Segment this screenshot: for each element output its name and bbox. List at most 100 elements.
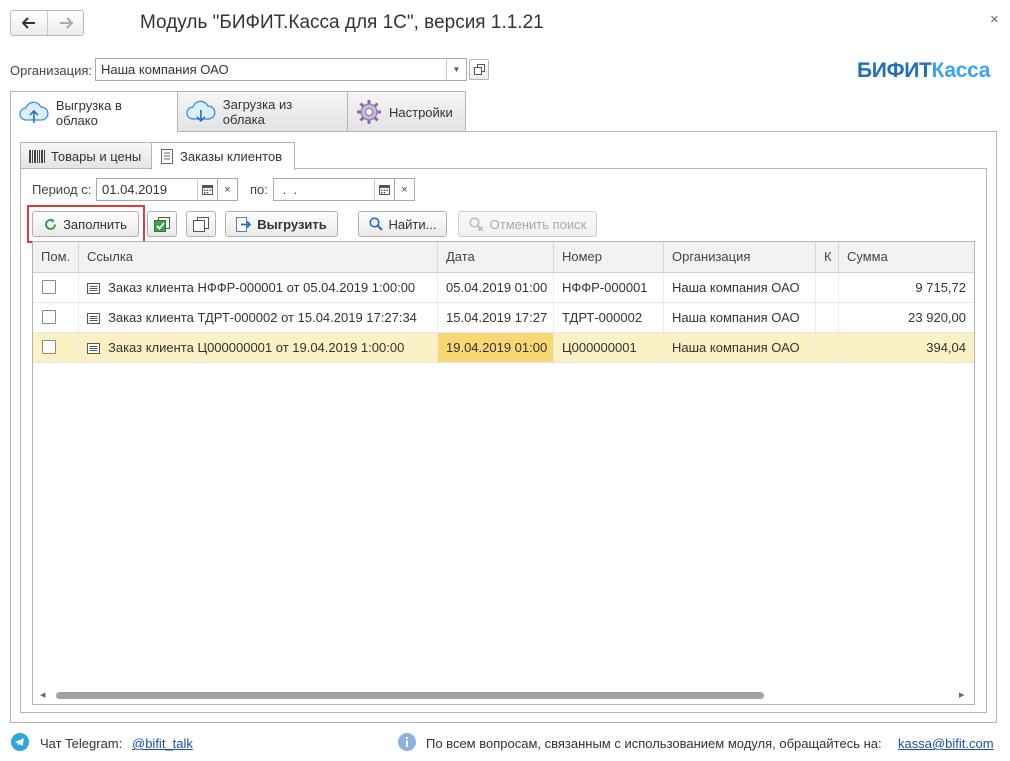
mark-cell	[33, 333, 79, 362]
organization-cell: Наша компания ОАО	[664, 303, 816, 332]
back-button[interactable]	[11, 11, 47, 35]
table-row[interactable]: Заказ клиента ТДРТ-000002 от 15.04.2019 …	[33, 303, 974, 333]
table-row[interactable]: Заказ клиента НФФР-000001 от 05.04.2019 …	[33, 273, 974, 303]
period-from-label: Период с:	[32, 182, 92, 197]
tab-download-from-cloud[interactable]: Загрузка из облака	[177, 91, 348, 132]
clear-to-button[interactable]: ×	[395, 178, 415, 201]
sum-cell: 23 920,00	[908, 310, 966, 325]
scrollbar-thumb[interactable]	[56, 692, 764, 699]
row-checkbox[interactable]	[42, 340, 56, 354]
document-icon	[161, 149, 173, 164]
organization-cell: Наша компания ОАО	[664, 333, 816, 362]
arrow-left-icon	[22, 17, 35, 29]
date-cell: 15.04.2019 17:27	[438, 303, 554, 332]
column-header-organization[interactable]: Организация	[664, 242, 816, 273]
organization-cell: Наша компания ОАО	[664, 273, 816, 302]
column-header-date[interactable]: Дата	[438, 242, 554, 273]
orders-table: Пом. Ссылка Дата Номер Организация К Сум…	[32, 241, 975, 705]
period-from-field[interactable]: 01.04.2019	[96, 178, 198, 201]
bifit-logo: БИФИТКасса	[857, 59, 991, 82]
period-to-label: по:	[250, 182, 268, 197]
telegram-icon	[11, 733, 29, 751]
mark-cell	[33, 273, 79, 302]
row-checkbox[interactable]	[42, 280, 56, 294]
organization-label: Организация:	[10, 63, 93, 78]
gear-icon	[357, 100, 381, 124]
column-header-sum[interactable]: Сумма	[839, 242, 974, 273]
close-icon: ×	[224, 183, 231, 196]
open-organization-button[interactable]	[469, 59, 489, 80]
upload-button[interactable]: Выгрузить	[225, 211, 338, 237]
scroll-right-icon[interactable]: ▶	[959, 691, 964, 699]
tab-label: Товары и цены	[51, 148, 142, 164]
sum-cell: 394,04	[926, 340, 966, 355]
column-header-number[interactable]: Номер	[554, 242, 664, 273]
document-icon	[87, 343, 100, 354]
document-icon	[87, 283, 100, 294]
tab-upload-to-cloud[interactable]: Выгрузка в облако	[10, 91, 178, 133]
column-header-reference[interactable]: Ссылка	[79, 242, 438, 273]
find-button[interactable]: Найти...	[358, 211, 447, 237]
tab-settings[interactable]: Настройки	[347, 91, 466, 132]
reference-text: Заказ клиента ТДРТ-000002 от 15.04.2019 …	[108, 310, 417, 325]
tab-label: Загрузка из облака	[222, 97, 293, 127]
barcode-icon	[29, 149, 45, 163]
cancel-search-icon	[469, 217, 484, 231]
sum-cell: 9 715,72	[915, 280, 966, 295]
calendar-icon	[379, 185, 390, 195]
table-row-selected[interactable]: Заказ клиента Ц000000001 от 19.04.2019 1…	[33, 333, 974, 363]
search-icon	[368, 217, 383, 231]
uncheck-all-button[interactable]	[186, 211, 216, 237]
open-window-icon	[473, 64, 485, 75]
k-cell	[816, 303, 839, 332]
reference-text: Заказ клиента НФФР-000001 от 05.04.2019 …	[108, 280, 416, 295]
tab-label: Настройки	[389, 104, 453, 120]
close-icon[interactable]: ×	[990, 11, 999, 28]
info-icon	[398, 733, 416, 751]
organization-field[interactable]: Наша компания ОАО	[95, 58, 467, 81]
window-title: Модуль "БИФИТ.Касса для 1С", версия 1.1.…	[140, 12, 544, 33]
cloud-upload-icon	[19, 101, 49, 123]
column-header-k[interactable]: К	[816, 242, 839, 273]
check-all-button[interactable]	[147, 211, 177, 237]
check-all-icon	[154, 216, 170, 232]
reference-cell: Заказ клиента Ц000000001 от 19.04.2019 1…	[79, 333, 438, 362]
number-cell: НФФР-000001	[554, 273, 664, 302]
reference-cell: Заказ клиента НФФР-000001 от 05.04.2019 …	[79, 273, 438, 302]
info-text: По всем вопросам, связанным с использова…	[426, 736, 882, 751]
email-link[interactable]: kassa@bifit.com	[898, 736, 994, 751]
cancel-search-button[interactable]: Отменить поиск	[458, 211, 597, 237]
k-cell	[816, 273, 839, 302]
highlight-frame	[27, 205, 145, 243]
reference-cell: Заказ клиента ТДРТ-000002 от 15.04.2019 …	[79, 303, 438, 332]
tab-label: Выгрузка в облако	[55, 97, 122, 128]
row-checkbox[interactable]	[42, 310, 56, 324]
tab-customer-orders[interactable]: Заказы клиентов	[151, 142, 295, 170]
number-cell: ТДРТ-000002	[554, 303, 664, 332]
tab-label: Заказы клиентов	[180, 149, 283, 164]
calendar-button[interactable]	[197, 178, 218, 201]
date-cell: 05.04.2019 01:00	[438, 273, 554, 302]
export-icon	[236, 216, 252, 232]
cloud-download-icon	[186, 100, 216, 123]
navigation-buttons	[10, 10, 84, 36]
mark-cell	[33, 303, 79, 332]
reference-text: Заказ клиента Ц000000001 от 19.04.2019 1…	[108, 340, 405, 355]
tab-goods-and-prices[interactable]: Товары и цены	[20, 142, 152, 169]
calendar-button[interactable]	[374, 178, 395, 201]
date-cell: 19.04.2019 01:00	[438, 333, 554, 362]
scroll-left-icon[interactable]: ◀	[40, 691, 45, 699]
column-header-mark[interactable]: Пом.	[33, 242, 79, 273]
telegram-label: Чат Telegram:	[40, 736, 123, 751]
document-icon	[87, 313, 100, 324]
dropdown-button[interactable]: ▼	[446, 58, 467, 81]
uncheck-all-icon	[193, 216, 209, 232]
close-icon: ×	[401, 183, 408, 196]
triangle-down-icon: ▼	[452, 65, 461, 74]
telegram-link[interactable]: @bifit_talk	[132, 736, 193, 751]
clear-from-button[interactable]: ×	[218, 178, 238, 201]
k-cell	[816, 333, 839, 362]
number-cell: Ц000000001	[554, 333, 664, 362]
forward-button[interactable]	[47, 11, 83, 35]
period-to-field[interactable]: . .	[273, 178, 375, 201]
